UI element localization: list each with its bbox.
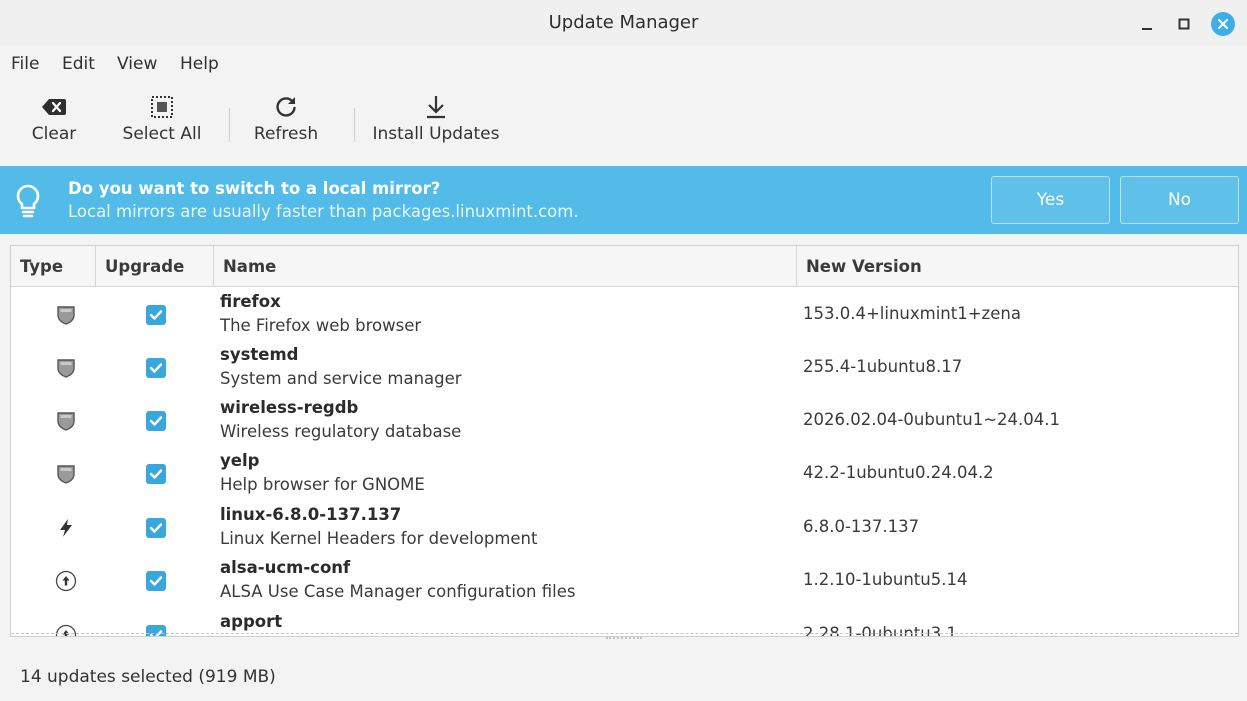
upgrade-checkbox[interactable] [146, 571, 166, 591]
check-icon [149, 630, 163, 636]
package-description: The Firefox web browser [220, 316, 422, 335]
menu-view[interactable]: View [117, 54, 157, 74]
upgrade-checkbox[interactable] [146, 518, 166, 538]
column-name[interactable]: Name [214, 246, 797, 287]
select-all-button[interactable]: Select All [118, 90, 206, 154]
check-icon [149, 576, 163, 586]
check-icon [149, 469, 163, 479]
maximize-button[interactable] [1172, 12, 1196, 36]
package-version: 1.2.10-1ubuntu5.14 [803, 570, 968, 589]
upgrade-checkbox[interactable] [146, 464, 166, 484]
toolbar-separator [229, 108, 230, 142]
check-icon [149, 416, 163, 426]
yes-button[interactable]: Yes [991, 176, 1110, 224]
pane-resize-handle[interactable] [606, 637, 642, 641]
toolbar-separator [354, 108, 355, 142]
shield-icon [57, 412, 75, 431]
close-button[interactable] [1211, 12, 1235, 36]
package-description: Linux Kernel Headers for development [220, 529, 538, 548]
package-description: Wireless regulatory database [220, 422, 462, 441]
close-icon [1211, 12, 1235, 36]
title-bar: Update Manager [0, 0, 1247, 46]
lightbulb-icon [16, 184, 40, 218]
shield-icon [57, 359, 75, 378]
shield-icon [57, 465, 75, 484]
download-icon [427, 96, 445, 119]
menu-file[interactable]: File [11, 54, 39, 74]
upgrade-arrow-icon [55, 624, 77, 636]
package-version: 153.0.4+linuxmint1+zena [803, 304, 1021, 323]
table-row[interactable]: systemd System and service manager 255.4… [11, 341, 1238, 394]
table-row[interactable]: firefox The Firefox web browser 153.0.4+… [11, 288, 1238, 341]
infobar-title: Do you want to switch to a local mirror? [68, 179, 441, 198]
clear-button[interactable]: Clear [22, 90, 86, 154]
install-updates-label: Install Updates [372, 124, 500, 144]
upgrade-checkbox[interactable] [146, 411, 166, 431]
package-name: apport [220, 612, 283, 631]
toolbar: Clear Select All Refresh Install Updates [0, 90, 1247, 158]
mirror-infobar: Do you want to switch to a local mirror?… [0, 166, 1247, 234]
upgrade-checkbox[interactable] [146, 625, 166, 636]
maximize-icon [1178, 18, 1190, 30]
table-row[interactable]: alsa-ucm-conf ALSA Use Case Manager conf… [11, 554, 1238, 607]
refresh-icon [276, 97, 296, 117]
table-row[interactable]: yelp Help browser for GNOME 42.2-1ubuntu… [11, 447, 1238, 500]
status-text: 14 updates selected (919 MB) [20, 667, 276, 687]
upgrade-checkbox[interactable] [146, 358, 166, 378]
package-name: yelp [220, 451, 260, 470]
package-name: firefox [220, 292, 281, 311]
clear-label: Clear [31, 124, 77, 144]
package-name: linux-6.8.0-137.137 [220, 505, 402, 524]
package-version: 42.2-1ubuntu0.24.04.2 [803, 463, 994, 482]
check-icon [149, 310, 163, 320]
package-version: 6.8.0-137.137 [803, 517, 920, 536]
column-new-version[interactable]: New Version [797, 246, 1238, 287]
package-name: alsa-ucm-conf [220, 558, 351, 577]
package-version: 255.4-1ubuntu8.17 [803, 357, 963, 376]
update-manager-window: Update Manager File Edit View Help Clear… [0, 0, 1247, 701]
package-name: systemd [220, 345, 299, 364]
refresh-button[interactable]: Refresh [248, 90, 324, 154]
upgrade-arrow-icon [55, 570, 77, 592]
table-row[interactable]: wireless-regdb Wireless regulatory datab… [11, 394, 1238, 447]
package-name: wireless-regdb [220, 398, 359, 417]
package-description: Help browser for GNOME [220, 475, 425, 494]
updates-list[interactable]: Type Upgrade Name New Version firefox Th… [10, 245, 1239, 637]
package-version: 2.28.1-0ubuntu3.1 [803, 624, 957, 637]
table-header: Type Upgrade Name New Version [11, 246, 1238, 287]
list-edge [11, 633, 1238, 634]
menu-edit[interactable]: Edit [62, 54, 95, 74]
package-description: ALSA Use Case Manager configuration file… [220, 582, 576, 601]
column-upgrade[interactable]: Upgrade [96, 246, 214, 287]
lightning-icon [60, 519, 72, 537]
package-description: System and service manager [220, 369, 462, 388]
select-all-icon [151, 96, 173, 118]
refresh-label: Refresh [253, 124, 319, 144]
check-icon [149, 363, 163, 373]
window-title: Update Manager [548, 12, 699, 33]
backspace-icon [42, 99, 66, 115]
no-button[interactable]: No [1120, 176, 1239, 224]
table-row[interactable]: linux-6.8.0-137.137 Linux Kernel Headers… [11, 501, 1238, 554]
minimize-icon [1142, 28, 1152, 30]
infobar-subtitle: Local mirrors are usually faster than pa… [68, 202, 579, 221]
install-updates-button[interactable]: Install Updates [370, 90, 502, 154]
column-type[interactable]: Type [11, 246, 96, 287]
menu-bar: File Edit View Help [0, 50, 1247, 82]
upgrade-checkbox[interactable] [146, 305, 166, 325]
minimize-button[interactable] [1135, 12, 1159, 36]
check-icon [149, 523, 163, 533]
menu-help[interactable]: Help [180, 54, 219, 74]
select-all-label: Select All [122, 124, 202, 144]
shield-icon [57, 306, 75, 325]
package-version: 2026.02.04-0ubuntu1~24.04.1 [803, 410, 1060, 429]
